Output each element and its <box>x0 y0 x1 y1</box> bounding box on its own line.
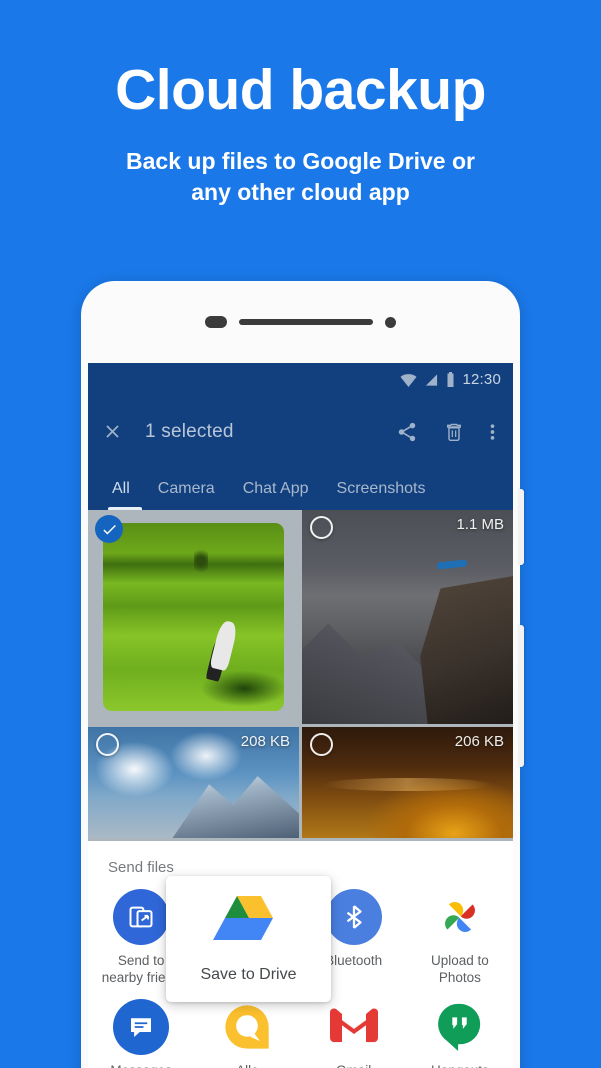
google-photos-icon <box>432 889 488 945</box>
nearby-share-icon <box>113 889 170 945</box>
messages-icon <box>113 998 170 1055</box>
signal-icon <box>426 373 438 386</box>
promo-subtitle-line2: any other cloud app <box>191 178 410 205</box>
share-target-label: Allo <box>236 1063 259 1068</box>
tab-all[interactable]: All <box>98 480 144 498</box>
photo-thumbnail <box>103 523 284 711</box>
share-target-label: Messages <box>110 1063 172 1068</box>
share-icon[interactable] <box>396 421 418 443</box>
share-target-allo[interactable]: Allo <box>194 999 300 1068</box>
trash-icon[interactable] <box>444 421 464 443</box>
grid-item-rice-field[interactable] <box>88 510 299 724</box>
selected-check-badge[interactable] <box>95 515 123 543</box>
hangouts-icon <box>432 999 488 1055</box>
check-icon <box>102 524 116 534</box>
app-bar-actions <box>396 421 499 443</box>
select-radio[interactable] <box>310 516 333 539</box>
save-to-drive-card[interactable]: Save to Drive <box>166 876 331 1002</box>
google-drive-icon <box>212 896 273 940</box>
share-target-messages[interactable]: Messages <box>88 998 194 1068</box>
share-target-gmail[interactable]: Gmail <box>301 999 407 1068</box>
page-title: Cloud backup <box>115 58 486 122</box>
status-clock: 12:30 <box>462 371 501 388</box>
promo-subtitle: Back up files to Google Drive or any oth… <box>0 119 601 207</box>
save-to-drive-label: Save to Drive <box>200 966 297 983</box>
file-size-label: 206 KB <box>454 733 504 750</box>
app-bar: 1 selected <box>88 396 513 467</box>
grid-item-snow-mountain[interactable]: 208 KB <box>88 727 299 838</box>
earpiece-speaker-icon <box>239 319 373 325</box>
front-camera-icon <box>205 316 227 328</box>
photo-thumbnail <box>302 510 513 724</box>
promo-subtitle-line1: Back up files to Google Drive or <box>126 148 475 174</box>
share-target-label: Upload to Photos <box>430 953 489 985</box>
tab-screenshots[interactable]: Screenshots <box>323 480 440 498</box>
phone-screen: 12:30 1 selected All Camera Chat App Scr… <box>88 363 513 1068</box>
share-target-row-2: Messages Allo <box>88 991 513 1068</box>
share-sheet: Send files Send to nearby friend Bluetoo… <box>88 841 513 1068</box>
allo-icon <box>219 999 275 1055</box>
select-radio[interactable] <box>310 733 333 756</box>
handstand-figure <box>436 559 467 570</box>
photo-grid: 1.1 MB 208 KB 206 KB <box>88 510 513 841</box>
rice-field-image <box>103 523 284 711</box>
more-vert-icon[interactable] <box>490 421 495 443</box>
share-target-hangouts[interactable]: Hangouts <box>407 999 513 1068</box>
tab-chat-app[interactable]: Chat App <box>229 480 323 498</box>
phone-mockup: 12:30 1 selected All Camera Chat App Scr… <box>81 281 524 1068</box>
tab-camera[interactable]: Camera <box>144 480 229 498</box>
grid-item-sunset[interactable]: 206 KB <box>302 727 513 838</box>
gmail-icon <box>326 999 382 1055</box>
status-bar: 12:30 <box>88 363 513 396</box>
grid-item-cliff-handstand[interactable]: 1.1 MB <box>302 510 513 724</box>
file-size-label: 208 KB <box>240 733 290 750</box>
tab-bar: All Camera Chat App Screenshots <box>88 467 513 510</box>
battery-icon <box>447 372 454 387</box>
share-target-photos[interactable]: Upload to Photos <box>407 889 513 987</box>
volume-button[interactable] <box>518 625 524 767</box>
share-target-label: Gmail <box>336 1063 371 1068</box>
cliff-handstand-image <box>302 510 513 724</box>
wifi-icon <box>400 373 418 387</box>
select-radio[interactable] <box>96 733 119 756</box>
proximity-sensor-icon <box>385 316 396 328</box>
close-icon[interactable] <box>102 421 123 442</box>
file-size-label: 1.1 MB <box>456 516 504 533</box>
power-button[interactable] <box>518 489 524 565</box>
selection-count-label: 1 selected <box>145 420 234 442</box>
bluetooth-icon <box>325 889 382 945</box>
share-target-label: Bluetooth <box>325 953 383 968</box>
promo-header: Cloud backup Back up files to Google Dri… <box>0 0 601 207</box>
phone-top-bezel <box>81 281 520 363</box>
share-target-label: Hangouts <box>431 1063 489 1068</box>
